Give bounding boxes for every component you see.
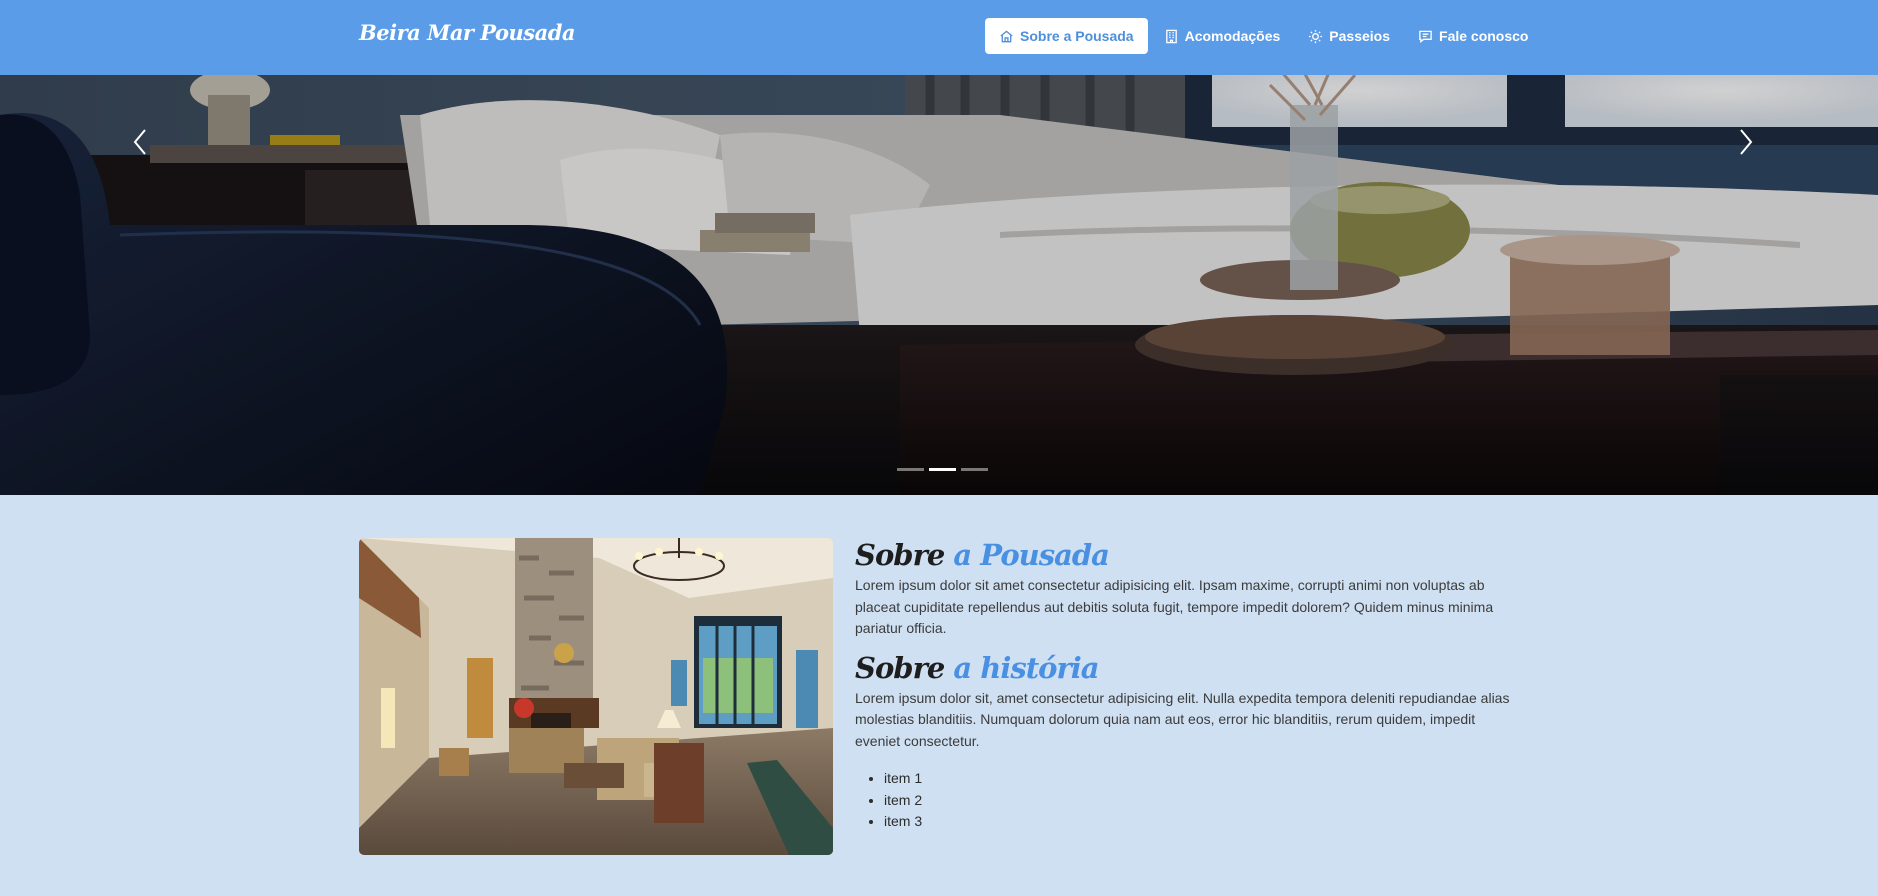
navbar: Beira Mar Pousada Sobre a Pousada Acomod…: [0, 0, 1878, 75]
carousel-next-button[interactable]: [1725, 120, 1765, 164]
building-icon: [1165, 29, 1177, 43]
nav-item-label: Acomodações: [1184, 28, 1281, 44]
hotel-room-photo: [0, 75, 1878, 495]
history-paragraph: Lorem ipsum dolor sit, amet consectetur …: [855, 689, 1510, 749]
nav-item-label: Fale conosco: [1439, 28, 1529, 44]
nav-item-sobre-a-pousada[interactable]: Sobre a Pousada: [985, 18, 1148, 54]
history-heading-accent: a história: [953, 650, 1099, 685]
nav-links: Sobre a Pousada Acomodações Passeios Fal…: [985, 18, 1542, 54]
history-heading: Sobre a história: [855, 648, 1520, 688]
list-item: item 2: [884, 790, 1520, 812]
nav-item-label: Sobre a Pousada: [1020, 28, 1134, 44]
hero-carousel: [0, 75, 1878, 495]
lobby-photo: [359, 538, 833, 855]
history-list: item 1 item 2 item 3: [855, 768, 1520, 833]
carousel-indicator[interactable]: [897, 468, 924, 471]
about-heading-accent: a Pousada: [953, 538, 1110, 572]
list-item: item 1: [884, 768, 1520, 790]
about-heading: Sobre a Pousada: [855, 535, 1520, 575]
carousel-indicator[interactable]: [961, 468, 988, 471]
about-content: Sobre a Pousada Lorem ipsum dolor sit am…: [855, 535, 1520, 833]
carousel-indicators: [897, 468, 993, 471]
about-heading-main: Sobre: [855, 538, 945, 572]
brand-logo[interactable]: Beira Mar Pousada: [359, 20, 576, 45]
home-icon: [1000, 29, 1013, 42]
nav-item-passeios[interactable]: Passeios: [1294, 18, 1404, 54]
chevron-right-icon: [1740, 129, 1753, 155]
carousel-prev-button[interactable]: [121, 120, 161, 164]
nav-item-acomodacoes[interactable]: Acomodações: [1150, 18, 1295, 54]
chevron-left-icon: [133, 129, 146, 155]
carousel-indicator-active[interactable]: [929, 468, 956, 471]
nav-item-label: Passeios: [1329, 28, 1391, 44]
sun-icon: [1309, 29, 1323, 43]
nav-item-fale-conosco[interactable]: Fale conosco: [1404, 18, 1542, 54]
chat-icon: [1419, 30, 1432, 43]
list-item: item 3: [884, 811, 1520, 833]
history-heading-main: Sobre: [855, 650, 945, 685]
about-paragraph: Lorem ipsum dolor sit amet consectetur a…: [855, 577, 1494, 636]
